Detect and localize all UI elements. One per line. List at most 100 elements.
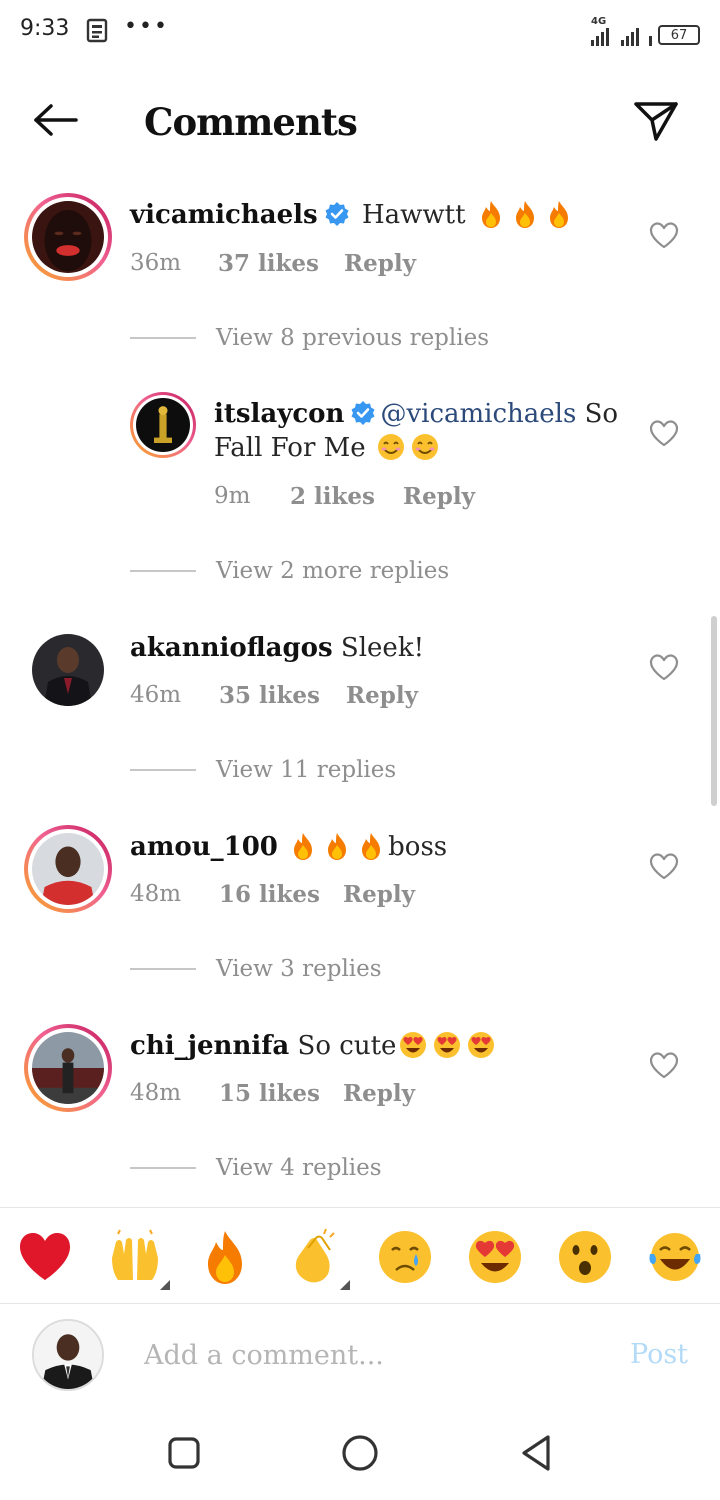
comment-likes[interactable]: 37 likes	[218, 250, 344, 277]
post-button[interactable]: Post	[630, 1339, 688, 1370]
comment-time: 36m	[130, 250, 182, 276]
view-replies-label: View 8 previous replies	[216, 325, 490, 351]
avatar-photo	[32, 833, 104, 905]
network-type: 4G	[591, 16, 607, 27]
status-time: 9:33	[20, 16, 70, 41]
avatar-photo	[32, 201, 104, 273]
comment-body: itslaycon @vicamichaels So Fall For Me	[214, 397, 634, 465]
comment-text: Hawwtt	[353, 200, 474, 230]
reply-button[interactable]: Reply	[403, 483, 475, 510]
fire-emoji-icon	[356, 831, 386, 861]
comment-body: amou_100 boss	[130, 830, 447, 864]
comment-meta: 48m 15 likes Reply	[130, 1080, 415, 1107]
comment-body: akannioflagos Sleek!	[130, 631, 424, 665]
comment-username[interactable]: vicamichaels	[130, 200, 318, 230]
smiling-face-emoji-icon	[376, 432, 406, 462]
avatar-photo	[136, 398, 190, 452]
reply-button[interactable]: Reply	[343, 1080, 415, 1107]
avatar[interactable]	[24, 193, 112, 281]
view-replies-line	[130, 1167, 196, 1169]
like-heart-icon[interactable]	[648, 851, 680, 881]
heart-eyes-reaction-icon[interactable]	[466, 1228, 524, 1286]
reply-button[interactable]: Reply	[344, 250, 416, 277]
battery-level: 67	[670, 27, 688, 43]
comment-username[interactable]: itslaycon	[214, 399, 344, 429]
comment-username[interactable]: chi_jennifa	[130, 1031, 289, 1061]
avatar[interactable]	[24, 1024, 112, 1112]
fire-reaction-icon[interactable]	[196, 1228, 254, 1286]
status-indicators: 4G 67	[591, 16, 700, 46]
view-replies-button[interactable]: View 8 previous replies	[130, 323, 489, 353]
sim-icon	[649, 24, 652, 46]
reply-button[interactable]: Reply	[346, 682, 418, 709]
like-heart-icon[interactable]	[648, 1050, 680, 1080]
view-replies-button[interactable]: View 2 more replies	[130, 556, 449, 586]
comment-input[interactable]	[144, 1335, 584, 1375]
comment-body: chi_jennifa So cute	[130, 1029, 498, 1063]
view-replies-label: View 11 replies	[216, 757, 397, 783]
view-replies-label: View 2 more replies	[216, 558, 450, 584]
comment-likes[interactable]: 15 likes	[219, 1080, 343, 1107]
comment-username[interactable]: amou_100	[130, 832, 278, 862]
comment-time: 48m	[130, 881, 182, 907]
like-heart-icon[interactable]	[648, 220, 680, 250]
clapping-hands-reaction-icon[interactable]	[286, 1228, 344, 1286]
view-replies-button[interactable]: View 4 replies	[130, 1153, 382, 1183]
avatar-photo	[32, 634, 104, 706]
recents-icon[interactable]	[164, 1433, 204, 1473]
more-notifications-icon: •••	[124, 14, 169, 39]
home-icon[interactable]	[340, 1433, 380, 1473]
surprised-face-reaction-icon[interactable]	[556, 1228, 614, 1286]
comment-time: 48m	[130, 1080, 182, 1106]
comment-username[interactable]: akannioflagos	[130, 633, 333, 663]
page-title: Comments	[144, 100, 358, 144]
comment-likes[interactable]: 2 likes	[290, 483, 403, 510]
view-replies-label: View 3 replies	[216, 956, 382, 982]
comment-text: So	[576, 399, 619, 429]
comment-likes[interactable]: 35 likes	[219, 682, 346, 709]
header: Comments	[0, 72, 720, 172]
heart-eyes-emoji-icon	[432, 1030, 462, 1060]
comment-text: boss	[388, 832, 448, 862]
raising-hands-reaction-icon[interactable]	[106, 1228, 164, 1286]
reply-button[interactable]: Reply	[343, 881, 415, 908]
like-heart-icon[interactable]	[648, 418, 680, 448]
red-heart-reaction-icon[interactable]	[16, 1228, 74, 1286]
arrow-left-icon	[34, 104, 78, 136]
fire-emoji-icon	[322, 831, 352, 861]
view-replies-label: View 4 replies	[216, 1155, 382, 1181]
fire-emoji-icon	[510, 199, 540, 229]
verified-badge-icon	[324, 201, 350, 227]
comment-meta: 48m 16 likes Reply	[130, 881, 415, 908]
signal-icon: 4G	[591, 16, 609, 46]
comment-meta: 9m 2 likes Reply	[214, 483, 475, 510]
mention-link[interactable]: @vicamichaels	[380, 399, 576, 429]
system-navigation-bar	[0, 1405, 720, 1500]
comment-likes[interactable]: 16 likes	[219, 881, 343, 908]
tears-of-joy-reaction-icon[interactable]	[646, 1228, 704, 1286]
comment-meta: 46m 35 likes Reply	[130, 682, 418, 709]
comment-text: So cute	[289, 1031, 397, 1061]
verified-badge-icon	[350, 400, 376, 426]
smiling-face-emoji-icon	[410, 432, 440, 462]
crying-face-reaction-icon[interactable]	[376, 1228, 434, 1286]
avatar-photo	[34, 1321, 102, 1389]
heart-eyes-emoji-icon	[466, 1030, 496, 1060]
comment-time: 9m	[214, 483, 251, 509]
battery-icon: 67	[658, 25, 700, 45]
back-nav-icon[interactable]	[516, 1433, 556, 1473]
share-button[interactable]	[628, 96, 684, 146]
view-replies-button[interactable]: View 11 replies	[130, 755, 396, 785]
back-button[interactable]	[28, 98, 84, 142]
fire-emoji-icon	[544, 199, 574, 229]
like-heart-icon[interactable]	[648, 652, 680, 682]
view-replies-line	[130, 769, 196, 771]
avatar[interactable]	[130, 392, 196, 458]
scrollbar[interactable]	[711, 616, 717, 806]
view-replies-button[interactable]: View 3 replies	[130, 954, 382, 984]
avatar[interactable]	[32, 634, 104, 706]
fire-emoji-icon	[288, 831, 318, 861]
status-bar: 9:33 ••• 4G 67	[0, 0, 720, 64]
comment-time: 46m	[130, 682, 182, 708]
avatar[interactable]	[24, 825, 112, 913]
